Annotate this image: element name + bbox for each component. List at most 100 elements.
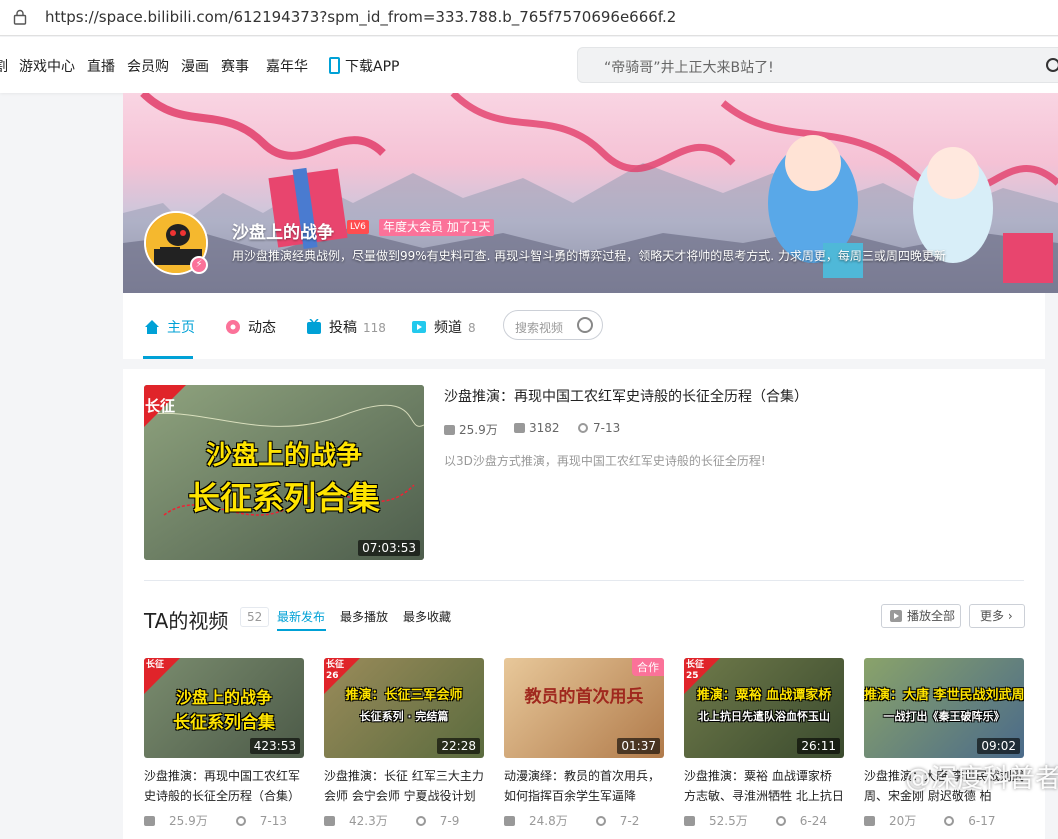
video-card[interactable]: 长征 26 推演：长征三军会师 长征系列 · 完结篇 22:28 沙盘推演：长征… xyxy=(324,658,484,829)
video-thumbnail[interactable]: 长征 26 推演：长征三军会师 长征系列 · 完结篇 22:28 xyxy=(324,658,484,758)
phone-icon xyxy=(329,57,340,74)
featured-danmaku-value: 3182 xyxy=(529,421,560,435)
vip-badge[interactable]: 年度大会员 加了1天 xyxy=(379,219,495,236)
nav-item-esports[interactable]: 赛事 xyxy=(221,56,249,76)
thumbnail-title-line1: 教员的首次用兵 xyxy=(524,687,644,707)
download-app-label: 下载APP xyxy=(345,59,400,75)
nav-item-manga[interactable]: 漫画 xyxy=(181,56,209,76)
video-title[interactable]: 沙盘推演：再现中国工农红军史诗般的长征全历程（合集） xyxy=(144,766,304,806)
play-count-value: 25.9万 xyxy=(169,814,208,828)
video-title[interactable]: 沙盘推演：粟裕 血战谭家桥 方志敏、寻淮洲牺牲 北上抗日 xyxy=(684,766,844,806)
nav-item-game-center[interactable]: 游戏中心 xyxy=(19,56,75,76)
tab-latest[interactable]: 最新发布 xyxy=(277,608,325,625)
clock-icon xyxy=(235,816,246,826)
video-meta: 52.5万 6-24 xyxy=(684,812,844,829)
play-count-value: 42.3万 xyxy=(349,814,388,828)
video-thumbnail[interactable]: 推演：大唐 李世民战刘武周 一战打出《秦王破阵乐》 09:02 xyxy=(864,658,1024,758)
level-badge: LV6 xyxy=(347,220,369,234)
featured-video-thumbnail[interactable]: 长征 沙盘上的战争 长征系列合集 07:03:53 xyxy=(144,385,424,560)
thumbnail-title-line2: 北上抗日先遣队浴血怀玉山 xyxy=(698,710,830,723)
upload-date-value: 7-13 xyxy=(259,814,287,828)
active-tab-indicator xyxy=(143,356,193,359)
upload-date-value: 6-17 xyxy=(968,814,996,828)
play-count: 25.9万 xyxy=(144,814,222,828)
space-search-input[interactable]: 搜索视频 xyxy=(515,319,563,336)
play-count: 52.5万 xyxy=(684,814,762,828)
video-thumbnail[interactable]: 长征 沙盘上的战争 长征系列合集 423:53 xyxy=(144,658,304,758)
channel-icon xyxy=(412,321,426,333)
space-search-box[interactable]: 搜索视频 xyxy=(503,310,603,340)
play-count-value: 52.5万 xyxy=(709,814,748,828)
clock-icon xyxy=(775,816,786,826)
search-icon[interactable] xyxy=(577,317,593,333)
featured-danmaku: 3182 xyxy=(514,421,560,435)
watermark: @深度科普者 xyxy=(905,764,1058,794)
play-icon xyxy=(890,610,902,622)
upload-date: 7-13 xyxy=(235,814,301,828)
tab-most-favorited[interactable]: 最多收藏 xyxy=(403,608,451,625)
upload-date: 7-2 xyxy=(595,814,654,828)
video-meta: 24.8万 7-2 xyxy=(504,812,664,829)
more-button[interactable]: 更多 › xyxy=(969,604,1025,628)
videos-count-badge: 52 xyxy=(240,607,270,627)
verified-badge-icon: ⚡ xyxy=(190,256,208,274)
video-duration: 09:02 xyxy=(977,738,1020,754)
thumbnail-corner-label: 长征 xyxy=(146,660,165,670)
global-search-box[interactable]: “帝骑哥”井上正大来B站了! xyxy=(577,47,1058,83)
video-duration: 26:11 xyxy=(797,738,840,754)
tab-contribution[interactable]: 投稿 118 xyxy=(306,317,386,337)
video-card[interactable]: 推演：大唐 李世民战刘武周 一战打出《秦王破阵乐》 09:02 沙盘推演：大唐 … xyxy=(864,658,1024,829)
play-count: 42.3万 xyxy=(324,814,402,828)
video-duration: 01:37 xyxy=(617,738,660,754)
video-title[interactable]: 动漫演绎：教员的首次用兵，如何指挥百余学生军逼降 xyxy=(504,766,664,806)
thumbnail-title-line2: 一战打出《秦王破阵乐》 xyxy=(883,710,1005,723)
video-title[interactable]: 沙盘推演：长征 红军三大主力会师 会宁会师 宁夏战役计划 xyxy=(324,766,484,806)
browser-address-bar[interactable]: https://space.bilibili.com/612194373?spm… xyxy=(0,0,1058,36)
nav-item-partial[interactable]: 割 xyxy=(0,56,8,76)
video-card[interactable]: 合作 教员的首次用兵 01:37 动漫演绎：教员的首次用兵，如何指挥百余学生军逼… xyxy=(504,658,664,829)
featured-video-description: 以3D沙盘方式推演，再现中国工农红军史诗般的长征全历程! xyxy=(444,454,766,468)
thumbnail-title-line2: 长征系列合集 xyxy=(173,713,275,733)
search-icon[interactable] xyxy=(1046,58,1058,72)
nav-item-mall[interactable]: 会员购 xyxy=(127,56,169,76)
upload-date: 7-9 xyxy=(415,814,474,828)
tab-channel-label: 频道 xyxy=(434,320,462,336)
upload-date-value: 6-24 xyxy=(799,814,827,828)
video-card[interactable]: 长征 沙盘上的战争 长征系列合集 423:53 沙盘推演：再现中国工农红军史诗般… xyxy=(144,658,304,829)
thumbnail-title-line1: 沙盘上的战争 xyxy=(175,688,272,707)
chevron-right-icon: › xyxy=(1007,609,1013,623)
thumbnail-title-line2: 长征系列 · 完结篇 xyxy=(359,710,449,723)
nav-item-carnival[interactable]: 嘉年华 xyxy=(266,56,308,76)
thumbnail-title-line1: 沙盘上的战争 xyxy=(205,441,362,471)
url-text[interactable]: https://space.bilibili.com/612194373?spm… xyxy=(45,8,676,26)
play-count-icon xyxy=(444,425,455,435)
video-thumbnail[interactable]: 长征 25 推演：粟裕 血战谭家桥 北上抗日先遣队浴血怀玉山 26:11 xyxy=(684,658,844,758)
video-duration: 22:28 xyxy=(437,738,480,754)
tab-channel[interactable]: 频道 8 xyxy=(411,317,476,337)
tab-contribution-count: 118 xyxy=(363,321,386,335)
tab-home[interactable]: 主页 xyxy=(144,317,195,337)
play-count: 24.8万 xyxy=(504,814,582,828)
featured-date: 7-13 xyxy=(578,421,620,435)
collab-tag: 合作 xyxy=(632,658,664,676)
video-card[interactable]: 长征 25 推演：粟裕 血战谭家桥 北上抗日先遣队浴血怀玉山 26:11 沙盘推… xyxy=(684,658,844,829)
tab-most-played[interactable]: 最多播放 xyxy=(340,608,388,625)
tab-dynamic[interactable]: 动态 xyxy=(225,317,276,337)
thumbnail-title-line1: 推演：大唐 李世民战刘武周 xyxy=(864,688,1024,703)
video-thumbnail[interactable]: 合作 教员的首次用兵 01:37 xyxy=(504,658,664,758)
play-count-value: 20万 xyxy=(889,814,917,828)
videos-section-title: TA的视频 xyxy=(144,609,229,633)
tab-home-label: 主页 xyxy=(167,320,195,336)
search-input[interactable]: “帝骑哥”井上正大来B站了! xyxy=(604,57,774,77)
user-signature: 用沙盘推演经典战例，尽量做到99%有史料可查. 再现斗智斗勇的博弈过程，领略天才… xyxy=(232,249,946,263)
play-count-icon xyxy=(324,816,335,826)
play-count-icon xyxy=(684,816,695,826)
dynamic-icon xyxy=(226,320,240,334)
nav-item-live[interactable]: 直播 xyxy=(87,56,115,76)
section-divider xyxy=(144,580,1024,581)
play-all-button[interactable]: 播放全部 xyxy=(881,604,961,628)
nav-item-download-app[interactable]: 下载APP xyxy=(329,56,399,76)
tab-contribution-label: 投稿 xyxy=(329,320,357,336)
featured-video-title[interactable]: 沙盘推演：再现中国工农红军史诗般的长征全历程（合集） xyxy=(444,386,808,406)
thumbnail-title-line2: 长征系列合集 xyxy=(187,479,380,517)
